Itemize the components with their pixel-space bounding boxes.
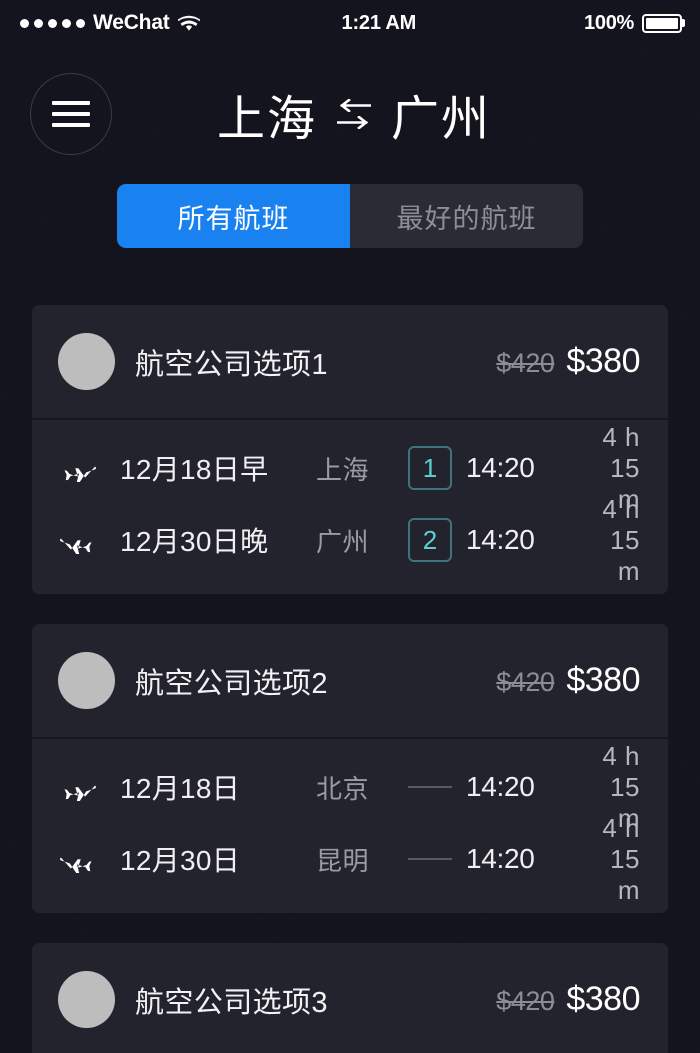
battery-percentage-label: 100% bbox=[584, 11, 634, 34]
flight-card-header: 航空公司选项1 $420 $380 bbox=[32, 305, 668, 418]
flight-legs-list: 12月18日早 上海 1 14:20 4 h 15 m 12月30日晚 广州 2 bbox=[32, 420, 668, 594]
flight-results-list: 航空公司选项1 $420 $380 12月18日早 上海 1 14:20 4 h… bbox=[0, 248, 700, 1053]
price-group: $420 $380 bbox=[496, 342, 640, 381]
leg-date-label: 12月18日 bbox=[120, 773, 241, 804]
original-price-label: $420 bbox=[496, 348, 555, 378]
airline-name-label: 航空公司选项2 bbox=[135, 667, 328, 700]
flight-leg-row[interactable]: 12月30日 昆明 14:20 4 h 15 m bbox=[32, 813, 668, 905]
signal-strength-dots-icon bbox=[20, 18, 85, 28]
leg-city-label: 上海 bbox=[316, 454, 370, 485]
original-price-label: $420 bbox=[496, 986, 555, 1016]
airline-name-label: 航空公司选项1 bbox=[135, 348, 328, 381]
current-price-label: $380 bbox=[566, 661, 640, 699]
leg-connector-dash bbox=[408, 786, 452, 788]
phone-screen: WeChat 1:21 AM 100% 上海 广州 所有航班 最好的航班 航空公… bbox=[0, 0, 700, 1053]
leg-city-label: 昆明 bbox=[316, 845, 370, 876]
wifi-icon bbox=[177, 15, 200, 32]
flight-leg-row[interactable]: 12月30日晚 广州 2 14:20 4 h 15 m bbox=[32, 494, 668, 586]
price-group: $420 $380 bbox=[496, 661, 640, 700]
airplane-arrival-icon bbox=[58, 525, 120, 555]
leg-time-label: 14:20 bbox=[466, 843, 535, 874]
flight-card-header: 航空公司选项2 $420 $380 bbox=[32, 624, 668, 737]
leg-stop-badge: 2 bbox=[408, 518, 452, 562]
flight-card-header: 航空公司选项3 $420 $380 bbox=[32, 943, 668, 1053]
airplane-arrival-icon bbox=[58, 844, 120, 874]
airline-logo-avatar bbox=[58, 333, 115, 390]
tab-best-flights[interactable]: 最好的航班 bbox=[350, 184, 583, 248]
current-price-label: $380 bbox=[566, 980, 640, 1018]
segmented-control-wrapper: 所有航班 最好的航班 bbox=[0, 182, 700, 248]
leg-time-label: 14:20 bbox=[466, 452, 535, 483]
leg-city-label: 北京 bbox=[316, 773, 370, 804]
page-title: 上海 广州 bbox=[112, 79, 670, 149]
flight-leg-row[interactable]: 12月18日 北京 14:20 4 h 15 m bbox=[32, 741, 668, 833]
route-origin-label: 上海 bbox=[216, 93, 317, 146]
airline-name-label: 航空公司选项3 bbox=[135, 986, 328, 1019]
status-bar-right: 100% bbox=[584, 12, 682, 35]
airline-logo-avatar bbox=[58, 971, 115, 1028]
price-group: $420 $380 bbox=[496, 980, 640, 1019]
leg-date-label: 12月30日晚 bbox=[120, 526, 269, 557]
flight-leg-row[interactable]: 12月18日早 上海 1 14:20 4 h 15 m bbox=[32, 422, 668, 514]
leg-date-label: 12月30日 bbox=[120, 845, 241, 876]
battery-full-icon bbox=[642, 13, 682, 33]
route-destination-label: 广州 bbox=[391, 93, 492, 146]
status-bar-left: WeChat bbox=[20, 11, 200, 35]
current-price-label: $380 bbox=[566, 342, 640, 380]
airplane-departure-icon bbox=[58, 772, 120, 802]
flight-card[interactable]: 航空公司选项1 $420 $380 12月18日早 上海 1 14:20 4 h… bbox=[32, 305, 668, 594]
carrier-label: WeChat bbox=[93, 11, 170, 34]
status-bar-time: 1:21 AM bbox=[341, 11, 417, 34]
status-bar: WeChat 1:21 AM 100% bbox=[0, 0, 700, 46]
leg-time-label: 14:20 bbox=[466, 524, 535, 555]
airplane-departure-icon bbox=[58, 453, 120, 483]
leg-time-label: 14:20 bbox=[466, 771, 535, 802]
leg-duration-label: 4 h 15 m bbox=[602, 493, 640, 586]
original-price-label: $420 bbox=[496, 667, 555, 697]
leg-city-label: 广州 bbox=[316, 526, 370, 557]
airline-logo-avatar bbox=[58, 652, 115, 709]
page-header: 上海 广州 bbox=[0, 46, 700, 182]
flight-legs-list: 12月18日 北京 14:20 4 h 15 m 12月30日 昆明 14:20… bbox=[32, 739, 668, 913]
flight-filter-segmented-control[interactable]: 所有航班 最好的航班 bbox=[117, 184, 583, 248]
leg-date-label: 12月18日早 bbox=[120, 454, 269, 485]
leg-stop-badge: 1 bbox=[408, 446, 452, 490]
hamburger-menu-icon[interactable] bbox=[30, 73, 112, 155]
flight-card[interactable]: 航空公司选项2 $420 $380 12月18日 北京 14:20 4 h 15… bbox=[32, 624, 668, 913]
leg-duration-label: 4 h 15 m bbox=[602, 812, 640, 905]
tab-all-flights[interactable]: 所有航班 bbox=[117, 184, 350, 248]
flight-card[interactable]: 航空公司选项3 $420 $380 bbox=[32, 943, 668, 1053]
swap-arrows-icon bbox=[337, 99, 371, 129]
leg-connector-dash bbox=[408, 858, 452, 860]
